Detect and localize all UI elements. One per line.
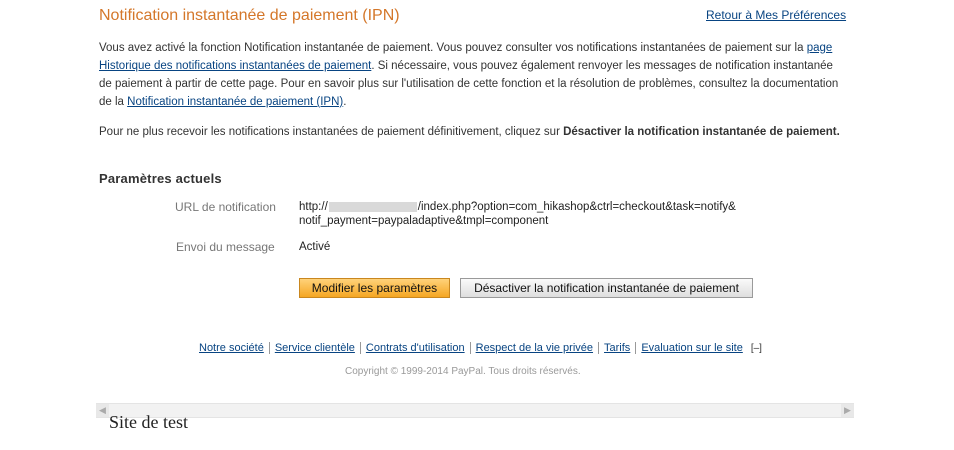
site-name: Site de test	[109, 412, 188, 432]
disable-ipn-button[interactable]: Désactiver la notification instantanée d…	[460, 278, 753, 298]
notification-url-label: URL de notification	[175, 200, 276, 214]
url-prefix: http://	[299, 201, 328, 213]
disable-note-bold: Désactiver la notification instantanée d…	[563, 126, 837, 138]
url-suffix-line1: /index.php?option=com_hikashop&ctrl=chec…	[417, 201, 736, 213]
page-title: Notification instantanée de paiement (IP…	[99, 7, 400, 24]
footer-link-site-feedback[interactable]: Evaluation sur le site	[641, 342, 743, 354]
copyright-text: Copyright © 1999-2014 PayPal. Tous droit…	[345, 366, 581, 377]
intro-text-3: .	[343, 96, 347, 108]
current-settings-heading: Paramètres actuels	[99, 171, 222, 186]
scroll-left-arrow-icon[interactable]: ◀	[96, 404, 109, 417]
message-send-label: Envoi du message	[176, 240, 275, 254]
footer-separator	[469, 342, 471, 355]
redacted-domain	[328, 201, 417, 212]
notification-url-value: http:// /index.php?option=com_hikashop&ct…	[299, 200, 789, 228]
scroll-right-arrow-icon[interactable]: ▶	[841, 404, 854, 417]
disable-instructions: Pour ne plus recevoir les notifications …	[99, 123, 844, 141]
modify-settings-button[interactable]: Modifier les paramètres	[299, 278, 450, 298]
footer-link-fees[interactable]: Tarifs	[604, 342, 630, 354]
footer-collapse-toggle[interactable]: [–]	[751, 343, 762, 354]
ipn-documentation-link[interactable]: Notification instantanée de paiement (IP…	[127, 96, 343, 108]
disable-note-end: .	[836, 126, 840, 138]
intro-text-1: Vous avez activé la fonction Notificatio…	[99, 42, 807, 54]
message-send-value: Activé	[299, 241, 331, 253]
footer-separator	[359, 342, 361, 355]
footer-link-company[interactable]: Notre société	[199, 342, 264, 354]
footer-link-customer-service[interactable]: Service clientèle	[275, 342, 355, 354]
footer-separator	[598, 342, 600, 355]
intro-paragraph: Vous avez activé la fonction Notificatio…	[99, 39, 844, 111]
back-to-preferences-link[interactable]: Retour à Mes Préférences	[706, 8, 846, 22]
footer-separator	[635, 342, 637, 355]
footer-links: Notre société Service clientèle Contrats d…	[199, 342, 762, 356]
disable-note-text: Pour ne plus recevoir les notifications …	[99, 126, 564, 138]
footer-separator	[268, 342, 270, 355]
footer-link-privacy[interactable]: Respect de la vie privée	[476, 342, 593, 354]
url-suffix-line2: notif_payment=paypaladaptive&tmpl=compon…	[299, 215, 549, 227]
footer-link-user-agreement[interactable]: Contrats d'utilisation	[366, 342, 465, 354]
horizontal-scrollbar[interactable]: ◀ ▶	[96, 403, 854, 418]
